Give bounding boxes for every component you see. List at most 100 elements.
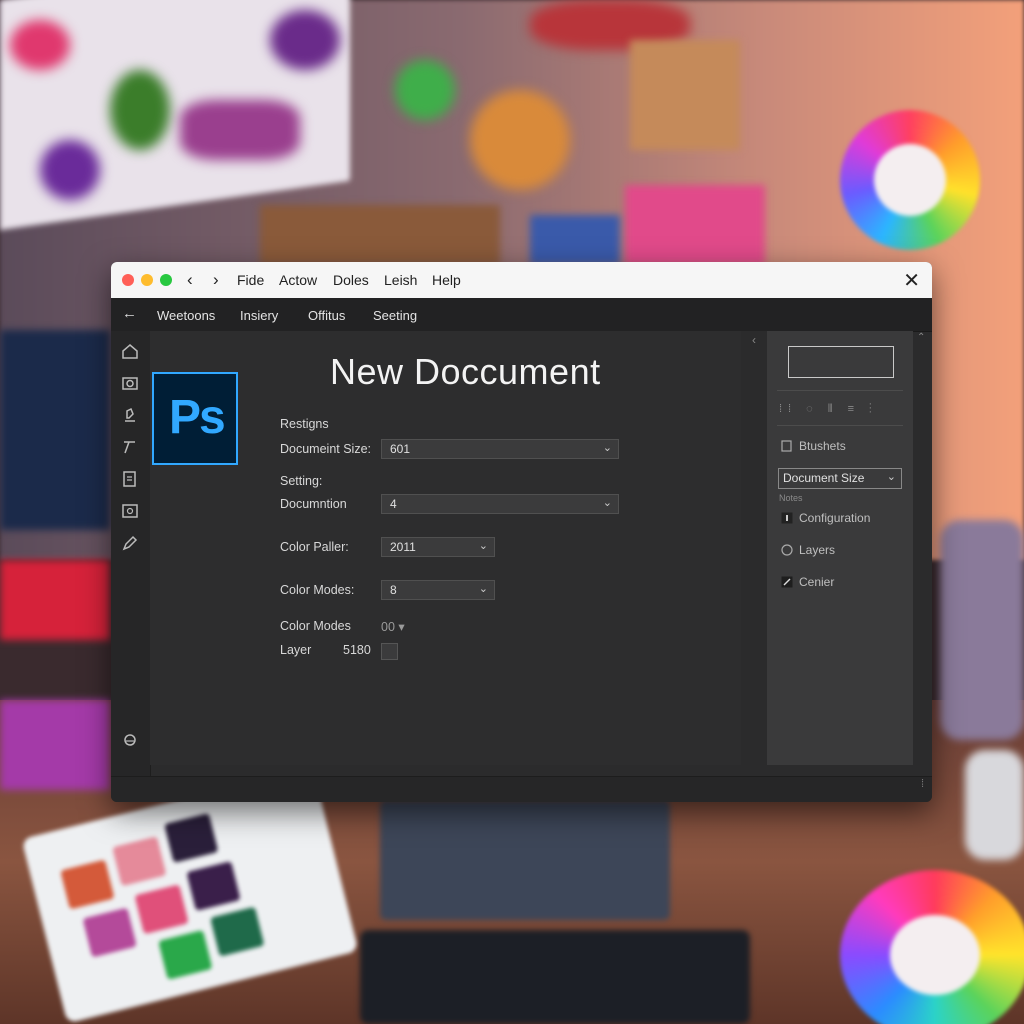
tape-roll bbox=[965, 750, 1024, 860]
color-modes-secondary-value: 00 bbox=[381, 620, 395, 634]
document-size-value: 601 bbox=[390, 442, 411, 456]
chevron-down-icon: ⌄ bbox=[886, 471, 896, 483]
blue-book bbox=[530, 215, 620, 265]
page-title: New Doccument bbox=[330, 351, 601, 392]
tool-sidebar bbox=[111, 331, 151, 776]
menu-actow[interactable]: Actow bbox=[279, 272, 317, 288]
swatch bbox=[134, 884, 189, 935]
swatch bbox=[186, 861, 241, 912]
right-panel: ⁞⁞ ◌ ⦀ ≡ ⁝ Btushets Document Size ⌄ Notes… bbox=[767, 331, 913, 765]
keyboard bbox=[360, 930, 750, 1024]
cup-shape bbox=[470, 90, 570, 190]
section-label-restigns: Restigns bbox=[280, 417, 329, 431]
color-modes-secondary-dropdown[interactable]: 00 ▾ bbox=[381, 619, 405, 634]
logo-text: Ps bbox=[169, 391, 226, 444]
notes-label: Notes bbox=[779, 493, 803, 503]
color-modes-value: 8 bbox=[390, 583, 397, 597]
layers-label: Layers bbox=[799, 543, 836, 557]
camera-icon[interactable] bbox=[121, 374, 141, 394]
color-modes-select[interactable]: 8 ⌄ bbox=[381, 580, 495, 600]
pen-icon[interactable] bbox=[121, 534, 141, 554]
document-icon[interactable] bbox=[121, 470, 141, 490]
color-palette-value: 2011 bbox=[390, 540, 416, 554]
purple-card bbox=[0, 700, 110, 790]
documention-select[interactable]: 4 ⌄ bbox=[381, 494, 619, 514]
configuration-item[interactable]: Configuration bbox=[781, 511, 870, 525]
image-icon[interactable] bbox=[121, 502, 141, 522]
color-modes-secondary-label: Color Modes bbox=[280, 619, 351, 633]
red-card bbox=[0, 560, 110, 640]
close-icon[interactable]: ✕ bbox=[903, 268, 920, 293]
close-window-button[interactable] bbox=[122, 274, 134, 286]
clover-shape bbox=[395, 60, 455, 120]
color-wheel bbox=[840, 110, 980, 250]
back-arrow-icon[interactable]: ← bbox=[122, 305, 137, 322]
leaf-shape bbox=[110, 70, 170, 150]
flower-shape bbox=[10, 20, 70, 70]
menu-leish[interactable]: Leish bbox=[384, 272, 417, 288]
tab-seeting[interactable]: Seeting bbox=[373, 308, 417, 323]
documention-label: Documntion bbox=[280, 497, 347, 511]
brush-panel-icon bbox=[781, 440, 793, 452]
tab-offitus[interactable]: Offitus bbox=[308, 308, 345, 323]
layer-checkbox[interactable] bbox=[381, 643, 398, 660]
layer-label: Layer bbox=[280, 643, 312, 657]
color-modes-label: Color Modes: bbox=[280, 583, 355, 597]
menu-fide[interactable]: Fide bbox=[237, 272, 264, 288]
right-panel-select-value: Document Size bbox=[783, 471, 865, 485]
pencil-cup bbox=[940, 520, 1024, 740]
layer-value: 5180 bbox=[343, 643, 371, 657]
swatch bbox=[210, 906, 265, 957]
chevron-down-icon: ⌄ bbox=[478, 583, 488, 595]
settings-icon[interactable] bbox=[121, 731, 141, 751]
tab-bar: ← Weetoons Insiery Offitus Seeting bbox=[111, 298, 932, 332]
wood-frame bbox=[260, 205, 500, 265]
panel-divider: ‹ bbox=[741, 331, 767, 765]
pink-frame bbox=[625, 185, 765, 265]
app-window: ‹ › Fide Actow Doles Leish Help ✕ ← Weet… bbox=[111, 262, 932, 802]
stamp-icon[interactable] bbox=[121, 406, 141, 426]
documention-value: 4 bbox=[390, 497, 397, 511]
document-size-select[interactable]: 601 ⌄ bbox=[381, 439, 619, 459]
photoshop-logo: Ps bbox=[152, 372, 238, 465]
back-arrow-icon[interactable]: ‹ bbox=[187, 270, 193, 290]
resize-handle-icon[interactable]: ⁞ bbox=[921, 778, 924, 790]
tab-weetoons[interactable]: Weetoons bbox=[157, 308, 215, 323]
collapse-arrow-icon[interactable]: ‹ bbox=[752, 333, 756, 347]
panel-toolbar-icons[interactable]: ⁞⁞ ◌ ⦀ ≡ ⁝ bbox=[779, 403, 878, 416]
brushes-label: Btushets bbox=[799, 439, 846, 453]
flower-shape bbox=[40, 140, 100, 200]
left-screen bbox=[0, 330, 110, 530]
swatch bbox=[82, 907, 137, 958]
color-palette-select[interactable]: 2011 ⌄ bbox=[381, 537, 495, 557]
right-panel-select[interactable]: Document Size ⌄ bbox=[778, 468, 902, 489]
pencil-icon bbox=[781, 576, 793, 588]
radio-icon bbox=[781, 544, 793, 556]
chevron-down-icon: ⌄ bbox=[478, 540, 488, 552]
caret-down-icon: ▾ bbox=[398, 620, 405, 634]
preview-box[interactable] bbox=[788, 346, 894, 378]
brush-icon[interactable] bbox=[121, 438, 141, 458]
menu-help[interactable]: Help bbox=[432, 272, 461, 288]
paint-stroke bbox=[180, 100, 300, 160]
layers-item[interactable]: Layers bbox=[781, 543, 835, 557]
chevron-down-icon: ⌄ bbox=[602, 497, 612, 509]
minimize-window-button[interactable] bbox=[141, 274, 153, 286]
forward-arrow-icon[interactable]: › bbox=[213, 270, 219, 290]
home-icon[interactable] bbox=[121, 342, 141, 362]
divider bbox=[777, 425, 903, 426]
swatch bbox=[60, 859, 115, 910]
new-document-panel: Ps New Doccument Restigns Documeint Size… bbox=[150, 331, 741, 765]
tab-insiery[interactable]: Insiery bbox=[240, 308, 278, 323]
document-size-label: Documeint Size: bbox=[280, 442, 372, 456]
section-label-setting: Setting: bbox=[280, 474, 323, 488]
menu-doles[interactable]: Doles bbox=[333, 272, 369, 288]
brushes-item[interactable]: Btushets bbox=[781, 439, 846, 453]
chevron-down-icon: ⌄ bbox=[602, 442, 612, 454]
info-icon bbox=[781, 512, 793, 524]
scroll-up-icon[interactable]: ⌃ bbox=[917, 332, 925, 343]
swatch bbox=[112, 836, 167, 887]
monitor-stand bbox=[380, 800, 670, 920]
maximize-window-button[interactable] bbox=[160, 274, 172, 286]
center-item[interactable]: Cenier bbox=[781, 575, 834, 589]
